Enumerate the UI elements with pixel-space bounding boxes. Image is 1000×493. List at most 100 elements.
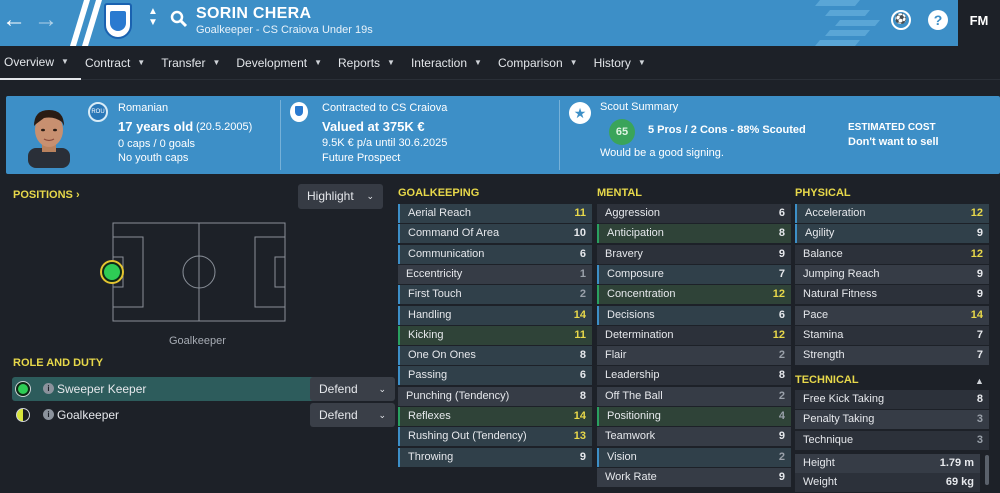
attribute-row[interactable]: Penalty Taking 3	[795, 410, 989, 430]
attribute-row[interactable]: Acceleration 12	[795, 204, 989, 223]
attribute-value: 8	[579, 349, 586, 362]
help-icon[interactable]: ?	[928, 10, 948, 30]
collapse-chevron-icon[interactable]: ▲	[975, 376, 984, 386]
attribute-row[interactable]: Teamwork 9	[597, 427, 791, 447]
attribute-value: 1	[579, 267, 586, 280]
club-crest-icon	[104, 3, 132, 39]
scrollbar[interactable]	[985, 455, 989, 485]
attribute-row[interactable]: Stamina 7	[795, 325, 989, 345]
attribute-row[interactable]: Leadership 8	[597, 366, 791, 386]
attribute-value: 2	[778, 389, 785, 402]
attribute-row[interactable]: Balance 12	[795, 244, 989, 264]
forward-arrow-icon[interactable]: →	[32, 6, 60, 34]
attribute-row[interactable]: Command Of Area 10	[398, 224, 592, 244]
tab-development[interactable]: Development ▼	[232, 46, 334, 80]
role-row-goalkeeper[interactable]: i Goalkeeper Defend ⌄	[12, 403, 395, 427]
attribute-name: Flair	[605, 349, 627, 362]
attribute-name: Teamwork	[605, 430, 656, 443]
attribute-name: Stamina	[803, 328, 844, 341]
attribute-row[interactable]: Bravery 9	[597, 244, 791, 264]
scout-pros-cons[interactable]: 5 Pros / 2 Cons - 88% Scouted	[648, 124, 806, 136]
attribute-row[interactable]: Anticipation 8	[597, 224, 791, 244]
attribute-row[interactable]: Natural Fitness 9	[795, 285, 989, 305]
attribute-name: Composure	[607, 267, 664, 280]
attribute-row[interactable]: Technique 3	[795, 430, 989, 450]
goalkeeper-position-marker[interactable]	[102, 262, 122, 282]
bio-row: Weight 69 kg	[795, 473, 980, 492]
attribute-row[interactable]: First Touch 2	[398, 285, 592, 305]
attribute-value: 6	[778, 207, 785, 219]
attribute-value: 6	[778, 308, 785, 321]
attribute-row[interactable]: One On Ones 8	[398, 346, 592, 366]
attribute-value: 12	[970, 247, 983, 260]
attribute-value: 7	[778, 267, 785, 280]
duty-dropdown[interactable]: Defend ⌄	[310, 403, 395, 427]
attribute-row[interactable]: Aerial Reach 11	[398, 204, 592, 223]
nationality-flag-icon: ROU	[88, 102, 108, 122]
attribute-row[interactable]: Throwing 9	[398, 447, 592, 467]
tab-contract[interactable]: Contract ▼	[81, 46, 157, 80]
attribute-name: Natural Fitness	[803, 288, 877, 301]
attribute-row[interactable]: Off The Ball 2	[597, 386, 791, 406]
attribute-row[interactable]: Work Rate 9	[597, 467, 791, 487]
attribute-value: 2	[778, 349, 785, 362]
attribute-name: First Touch	[408, 288, 462, 301]
technical-title: TECHNICAL	[795, 374, 859, 386]
attribute-row[interactable]: Reflexes 14	[398, 407, 592, 426]
tab-interaction[interactable]: Interaction ▼	[407, 46, 494, 80]
attribute-name: Bravery	[605, 247, 643, 260]
attribute-row[interactable]: Concentration 12	[597, 285, 791, 305]
attribute-value: 9	[778, 247, 785, 260]
attribute-name: Throwing	[408, 450, 454, 463]
attribute-row[interactable]: Positioning 4	[597, 407, 791, 426]
attribute-value: 7	[976, 349, 983, 362]
tab-comparison[interactable]: Comparison ▼	[494, 46, 590, 80]
attribute-row[interactable]: Pace 14	[795, 305, 989, 325]
info-icon[interactable]: i	[43, 409, 54, 420]
player-value[interactable]: Valued at 375K €	[322, 119, 425, 134]
attribute-row[interactable]: Determination 12	[597, 325, 791, 345]
attribute-row[interactable]: Punching (Tendency) 8	[398, 386, 592, 406]
attribute-row[interactable]: Rushing Out (Tendency) 13	[398, 427, 592, 447]
attribute-value: 13	[573, 430, 586, 443]
tab-bar: Overview ▼ Contract ▼ Transfer ▼ Developmen…	[0, 46, 1000, 80]
duty-dropdown[interactable]: Defend ⌄	[310, 377, 395, 401]
attribute-row[interactable]: Jumping Reach 9	[795, 264, 989, 284]
attribute-row[interactable]: Decisions 6	[597, 305, 791, 325]
tab-transfer[interactable]: Transfer ▼	[157, 46, 232, 80]
attribute-row[interactable]: Eccentricity 1	[398, 264, 592, 284]
highlight-dropdown[interactable]: Highlight ⌄	[298, 184, 383, 209]
attribute-row[interactable]: Aggression 6	[597, 204, 791, 223]
attribute-row[interactable]: Composure 7	[597, 264, 791, 284]
tab-overview[interactable]: Overview ▼	[0, 46, 81, 80]
attribute-value: 9	[976, 267, 983, 280]
attribute-row[interactable]: Communication 6	[398, 244, 592, 264]
attribute-row[interactable]: Strength 7	[795, 346, 989, 366]
attribute-row[interactable]: Flair 2	[597, 346, 791, 366]
pitch-diagram	[112, 222, 286, 322]
tab-reports[interactable]: Reports ▼	[334, 46, 407, 80]
role-suitability-icon	[16, 382, 30, 396]
attribute-name: Penalty Taking	[803, 413, 875, 426]
attribute-value: 14	[573, 410, 586, 422]
bio-value: 69 kg	[945, 476, 974, 488]
chevron-right-icon: ›	[75, 189, 80, 201]
attribute-row[interactable]: Handling 14	[398, 305, 592, 325]
positions-title[interactable]: POSITIONS ›	[13, 189, 80, 201]
attribute-name: One On Ones	[408, 349, 476, 362]
attribute-row[interactable]: Passing 6	[398, 366, 592, 386]
search-icon[interactable]	[170, 10, 188, 28]
attribute-row[interactable]: Kicking 11	[398, 325, 592, 345]
info-icon[interactable]: i	[43, 383, 54, 394]
back-arrow-icon[interactable]: ←	[0, 6, 28, 34]
tab-history[interactable]: History ▼	[590, 46, 658, 80]
fm-menu-button[interactable]: FM	[958, 0, 1000, 46]
football-icon[interactable]: ⚽	[891, 10, 911, 30]
attribute-name: Punching (Tendency)	[406, 389, 510, 402]
attribute-row[interactable]: Agility 9	[795, 224, 989, 244]
player-switch-chevrons-icon[interactable]: ▲ ▼	[148, 6, 158, 28]
attribute-row[interactable]: Free Kick Taking 8	[795, 390, 989, 409]
role-row-sweeper-keeper[interactable]: i Sweeper Keeper Defend ⌄	[12, 377, 395, 401]
attribute-row[interactable]: Vision 2	[597, 447, 791, 467]
attribute-value: 8	[778, 227, 785, 240]
